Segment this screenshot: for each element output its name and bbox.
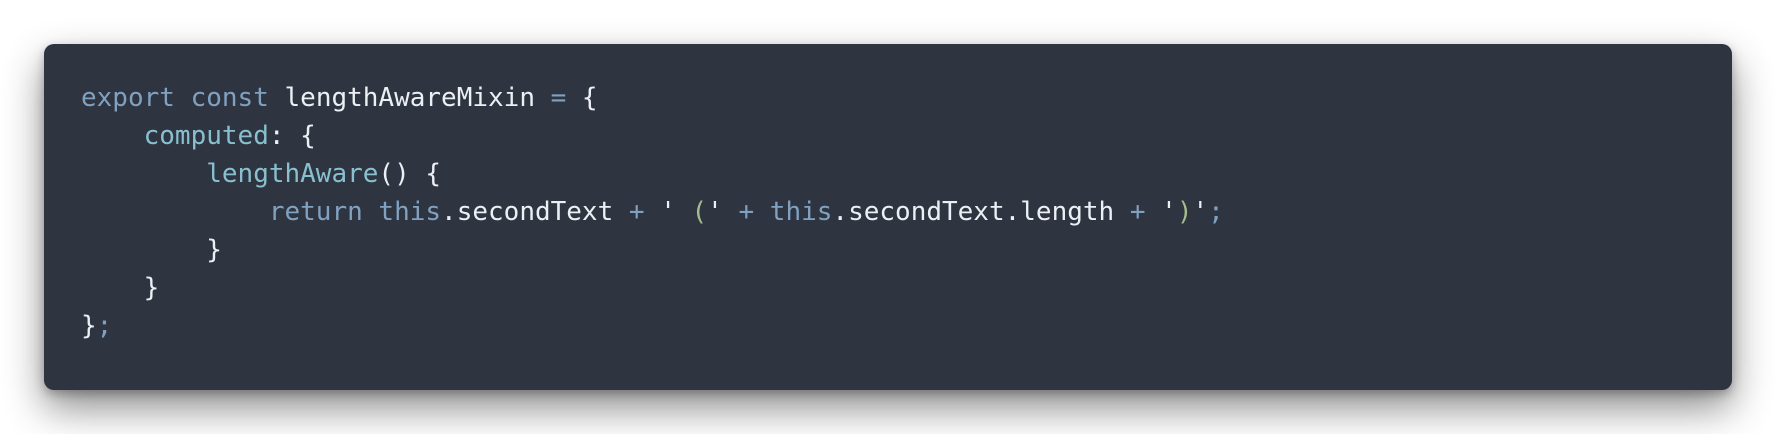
- code-token: =: [550, 83, 567, 113]
- code-token: lengthAwareMixin: [268, 83, 551, 113]
- code-token: +: [738, 197, 755, 227]
- code-token: const: [190, 83, 269, 113]
- code-token: export: [81, 83, 175, 113]
- code-token: }: [81, 311, 97, 341]
- code-token: ): [1176, 197, 1193, 227]
- code-token: +: [628, 197, 645, 227]
- code-token: }: [81, 273, 160, 303]
- code-token: return: [268, 197, 363, 227]
- code-token: ;: [96, 311, 113, 341]
- code-token: lengthAware: [206, 159, 379, 189]
- code-token: computed: [143, 121, 269, 151]
- code-token: ': [1192, 197, 1209, 227]
- code-token: ;: [1208, 197, 1224, 227]
- code-line: computed: {: [81, 117, 1224, 155]
- code-line: }: [81, 269, 1224, 307]
- code-token: }: [81, 235, 222, 265]
- code-line: lengthAware() {: [81, 155, 1224, 193]
- code-token: .secondText.length: [832, 197, 1130, 227]
- code-token: ': [1145, 197, 1177, 227]
- code-token: this: [378, 197, 442, 227]
- code-token: () {: [378, 159, 442, 189]
- code-token: this: [769, 197, 833, 227]
- code-content: export const lengthAwareMixin = { comput…: [81, 79, 1224, 345]
- code-token: : {: [268, 121, 316, 151]
- code-token: ': [707, 197, 739, 227]
- code-line: export const lengthAwareMixin = {: [81, 79, 1224, 117]
- code-token: +: [1129, 197, 1146, 227]
- code-line: };: [81, 307, 1224, 345]
- code-line: }: [81, 231, 1224, 269]
- code-token: (: [691, 197, 708, 227]
- code-block: export const lengthAwareMixin = { comput…: [44, 44, 1732, 390]
- code-line: return this.secondText + ' (' + this.sec…: [81, 193, 1224, 231]
- code-token: ': [644, 197, 692, 227]
- code-token: {: [566, 83, 598, 113]
- code-token: .secondText: [441, 197, 629, 227]
